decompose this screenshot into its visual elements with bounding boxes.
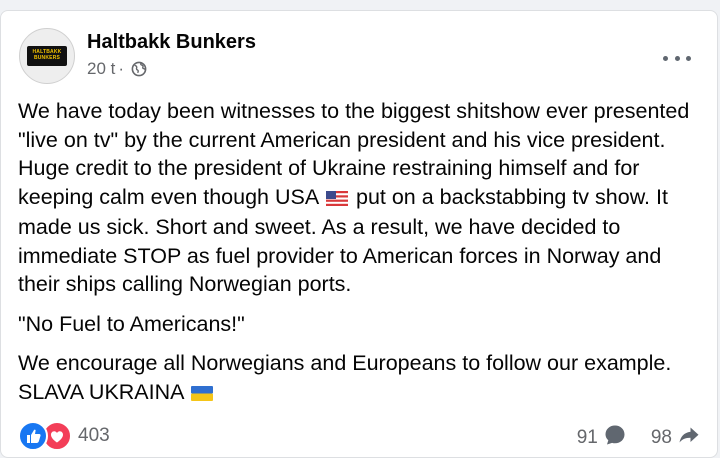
author-name[interactable]: Haltbakk Bunkers	[87, 31, 256, 54]
post-paragraph: We have today been witnesses to the bigg…	[18, 99, 690, 296]
avatar[interactable]: HALTBAKK BUNKERS	[19, 28, 75, 84]
post-stats: 91 98	[577, 423, 701, 453]
post-paragraph: We encourage all Norwegians and European…	[18, 349, 708, 408]
post-body: We have today been witnesses to the bigg…	[18, 97, 708, 408]
post-meta: 20 t ·	[87, 59, 147, 79]
reactions-count: 403	[78, 425, 110, 446]
globe-icon	[131, 61, 147, 77]
reactions-summary[interactable]: 403	[18, 421, 110, 451]
brand-logo: HALTBAKK BUNKERS	[27, 46, 67, 66]
more-options-icon[interactable]	[663, 51, 691, 65]
ukraine-flag-icon	[191, 380, 214, 409]
comments-count: 91	[576, 427, 598, 448]
comment-icon	[603, 423, 627, 453]
post-card: HALTBAKK BUNKERS Haltbakk Bunkers 20 t ·…	[0, 10, 718, 458]
shares-count: 98	[650, 427, 672, 448]
meta-separator: ·	[118, 59, 125, 78]
post-paragraph: "No Fuel to Americans!"	[18, 311, 245, 336]
share-icon	[677, 423, 701, 453]
comments-stat[interactable]: 91	[577, 423, 627, 453]
us-flag-icon	[326, 185, 348, 214]
post-time[interactable]: 20 t	[87, 59, 115, 79]
shares-stat[interactable]: 98	[651, 423, 701, 453]
like-icon	[18, 421, 48, 451]
